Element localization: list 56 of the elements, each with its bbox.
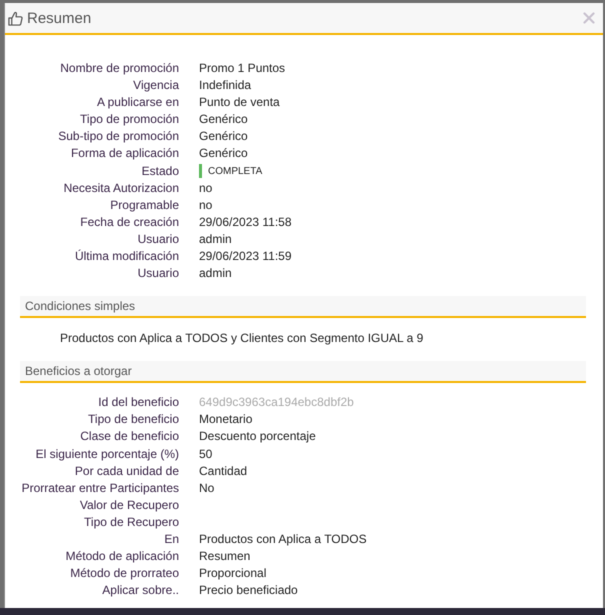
field-value: Punto de venta bbox=[199, 94, 280, 112]
field-label: Prorratear entre Participantes bbox=[22, 480, 179, 497]
section-header: Beneficios a otorgar bbox=[20, 361, 586, 384]
window-title: Resumen bbox=[27, 10, 92, 26]
field-label: Clase de beneficio bbox=[80, 428, 179, 446]
field-value: Descuento porcentaje bbox=[199, 428, 316, 446]
field-value: admin bbox=[199, 230, 232, 248]
field-value: admin bbox=[199, 265, 232, 282]
field-value: Genérico bbox=[199, 111, 248, 128]
field-label: Sub-tipo de promoción bbox=[58, 128, 179, 146]
field-value: Genérico bbox=[199, 128, 248, 146]
field-label: Id del beneficio bbox=[98, 394, 179, 412]
field-label: Forma de aplicación bbox=[70, 145, 179, 162]
status-text: COMPLETA bbox=[208, 164, 262, 179]
field-value: Monetario bbox=[199, 411, 252, 428]
field-label: Aplicar sobre.. bbox=[102, 582, 179, 600]
field-value: no bbox=[199, 180, 212, 197]
field-value: Proporcional bbox=[199, 565, 266, 582]
field-value: Precio beneficiado bbox=[199, 582, 298, 600]
field-value: Cantidad bbox=[199, 462, 248, 480]
field-label: Por cada unidad de bbox=[74, 462, 179, 480]
field-value: Promo 1 Puntos bbox=[199, 60, 286, 77]
field-label: Fecha de creación bbox=[80, 214, 179, 231]
field-label: Nombre de promoción bbox=[60, 60, 179, 77]
field-label: Estado bbox=[142, 162, 179, 180]
field-label: A publicarse en bbox=[96, 94, 179, 112]
field-value: Productos con Aplica a TODOS bbox=[199, 530, 367, 548]
status-marker-icon bbox=[199, 164, 202, 178]
field-label: Última modificación bbox=[74, 248, 179, 266]
condition-text: Productos con Aplica a TODOS y Clientes con Segmento IGUAL a 9 bbox=[60, 330, 424, 348]
thumbs-up-icon bbox=[8, 10, 23, 26]
field-label: Tipo de promoción bbox=[80, 111, 179, 128]
field-label: Método de aplicación bbox=[66, 548, 179, 566]
field-value: No bbox=[199, 480, 214, 497]
field-label: Vigencia bbox=[133, 77, 179, 94]
field-label: Tipo de Recupero bbox=[84, 514, 179, 531]
field-label: Usuario bbox=[138, 230, 179, 248]
field-label: Usuario bbox=[138, 265, 179, 282]
field-value: Genérico bbox=[199, 145, 248, 162]
close-button[interactable] bbox=[583, 12, 595, 24]
field-value: 50 bbox=[199, 446, 212, 462]
field-label: Necesita Autorizacion bbox=[64, 180, 179, 197]
section-header: Condiciones simples bbox=[20, 296, 586, 318]
field-label: Programable bbox=[110, 196, 179, 214]
field-label: Método de prorrateo bbox=[70, 565, 179, 582]
field-value: Indefinida bbox=[199, 77, 252, 94]
field-value: 29/06/2023 11:58 bbox=[199, 214, 292, 231]
close-icon bbox=[583, 12, 595, 24]
field-value: Resumen bbox=[199, 548, 250, 566]
field-label: Valor de Recupero bbox=[80, 496, 179, 514]
field-value: 29/06/2023 11:59 bbox=[199, 248, 292, 266]
field-label: El siguiente porcentaje (%) bbox=[36, 446, 179, 462]
field-value: no bbox=[199, 196, 212, 214]
field-label: Tipo de beneficio bbox=[88, 411, 179, 428]
id-value: 649d9c3963ca194ebc8dbf2b bbox=[199, 394, 354, 412]
field-label: En bbox=[164, 530, 179, 548]
